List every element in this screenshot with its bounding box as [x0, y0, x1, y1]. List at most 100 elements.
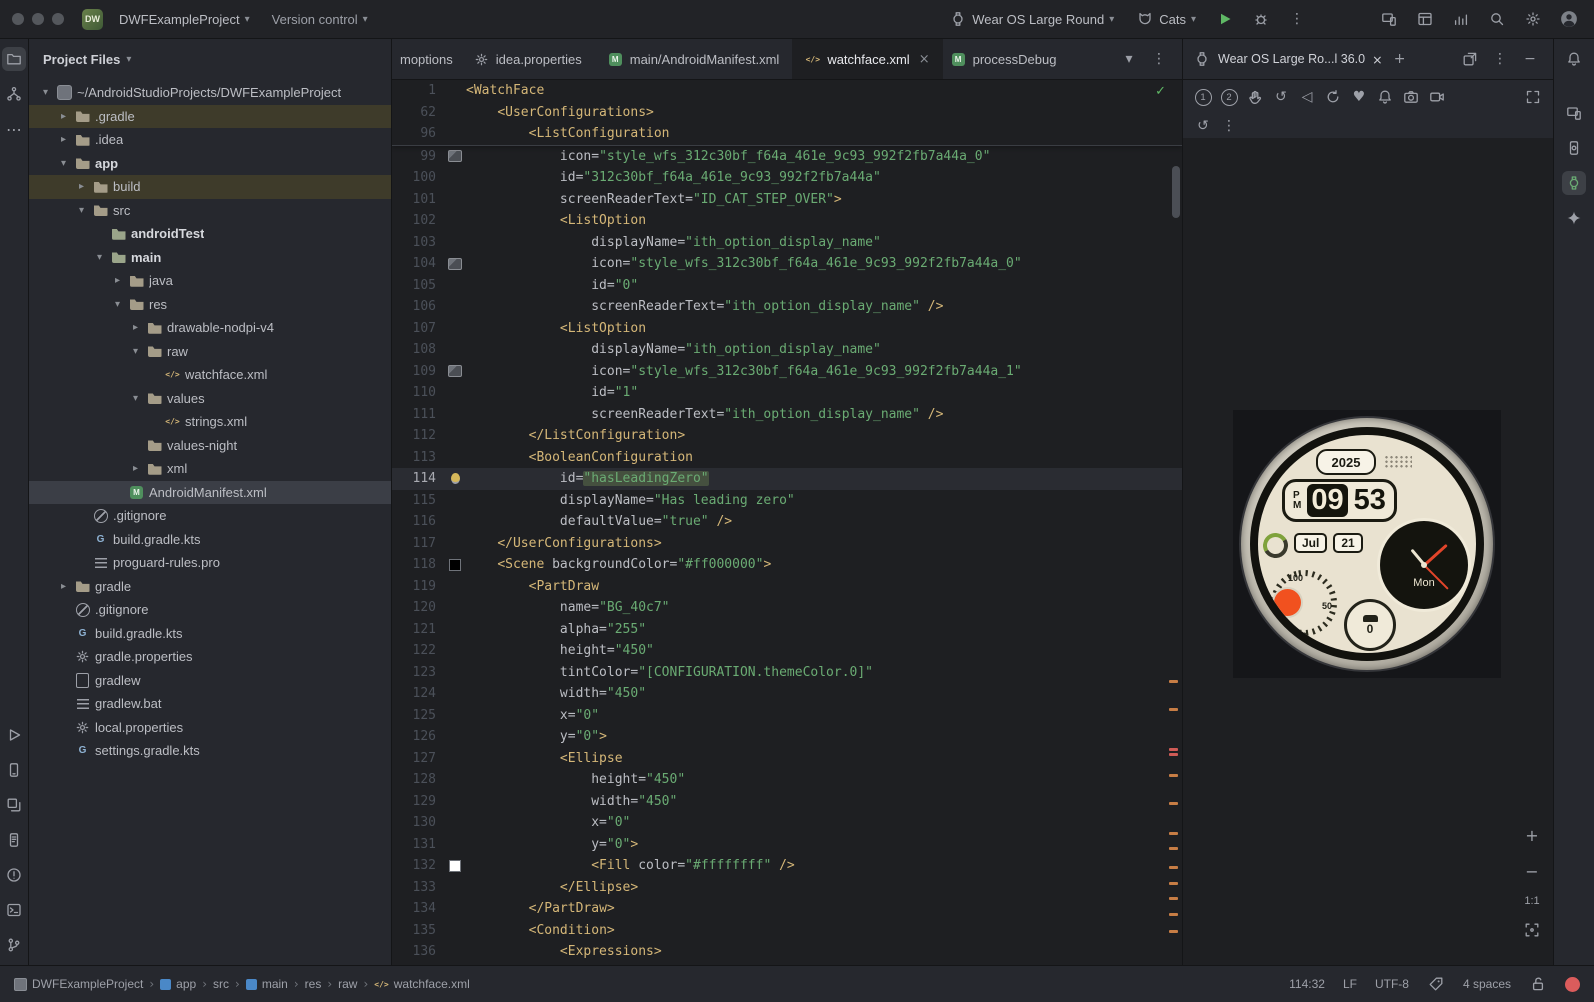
device-selector[interactable]: Wear OS Large Round ▾: [943, 6, 1120, 32]
tree-item[interactable]: proguard-rules.pro: [29, 551, 391, 575]
editor-tab-processdebug[interactable]: MprocessDebug: [943, 39, 1065, 79]
tree-item[interactable]: ▸ .idea: [29, 128, 391, 152]
run-tool-icon[interactable]: [2, 723, 26, 747]
tree-item[interactable]: values-night: [29, 434, 391, 458]
reset-icon[interactable]: ↺: [1191, 114, 1215, 138]
code-line-106[interactable]: 106 screenReaderText="ith_option_display…: [392, 296, 1182, 318]
code-line-101[interactable]: 101 screenReaderText="ID_CAT_STEP_OVER">: [392, 189, 1182, 211]
code-line-133[interactable]: 133 </Ellipse>: [392, 877, 1182, 899]
code-line-123[interactable]: 123 tintColor="[CONFIGURATION.themeColor…: [392, 662, 1182, 684]
code-line-96[interactable]: 96 <ListConfiguration: [392, 123, 1182, 145]
code-line-103[interactable]: 103 displayName="ith_option_display_name…: [392, 232, 1182, 254]
code-line-136[interactable]: 136 <Expressions>: [392, 941, 1182, 963]
open-in-window-icon[interactable]: [1457, 46, 1483, 72]
editor-tab-watchface-xml[interactable]: </> watchface.xml ×: [792, 39, 943, 79]
device-manager-icon[interactable]: [2, 758, 26, 782]
tree-item[interactable]: </> strings.xml: [29, 410, 391, 434]
device-screen[interactable]: 2025 P M 09 53 Jul 21 Mon 100 50 0 0: [1233, 410, 1501, 678]
code-line-109[interactable]: 109 icon="style_wfs_312c30bf_f64a_461e_9…: [392, 361, 1182, 383]
code-line-117[interactable]: 117 </UserConfigurations>: [392, 533, 1182, 555]
search-everywhere-icon[interactable]: [1484, 6, 1510, 32]
editor[interactable]: ✓ 1 <WatchFace 62 <UserConfigurations> 96 <…: [392, 80, 1182, 965]
run-button[interactable]: [1212, 6, 1238, 32]
problems-icon[interactable]: [2, 863, 26, 887]
indent-style[interactable]: 4 spaces: [1463, 977, 1511, 991]
img-gutter-icon[interactable]: [444, 365, 466, 378]
tree-item[interactable]: ▸ .gradle: [29, 104, 391, 128]
profiler-icon[interactable]: [1448, 6, 1474, 32]
more-tools-icon[interactable]: ⋯: [2, 117, 26, 141]
code-line-126[interactable]: 126 y="0">: [392, 726, 1182, 748]
wear-button-2[interactable]: 2: [1217, 85, 1241, 109]
code-line-100[interactable]: 100 id="312c30bf_f64a_461e_9c93_992f2fb7…: [392, 167, 1182, 189]
device-explorer-icon[interactable]: [1562, 136, 1586, 160]
palm-icon[interactable]: [1243, 85, 1267, 109]
inspection-ok-icon[interactable]: ✓: [1155, 81, 1166, 103]
terminal-icon[interactable]: [2, 898, 26, 922]
code-line-118[interactable]: 118 <Scene backgroundColor="#ff000000">: [392, 554, 1182, 576]
breadcrumb-item[interactable]: main: [245, 977, 288, 991]
layout-inspector-icon[interactable]: [1412, 6, 1438, 32]
tree-item[interactable]: ▾ ~/AndroidStudioProjects/DWFExampleProje…: [29, 81, 391, 105]
debug-icon[interactable]: [1248, 6, 1274, 32]
tree-item[interactable]: M AndroidManifest.xml: [29, 480, 391, 504]
code-line-119[interactable]: 119 <PartDraw: [392, 576, 1182, 598]
code-line-102[interactable]: 102 <ListOption: [392, 210, 1182, 232]
build-variants-icon[interactable]: [2, 793, 26, 817]
editor-scrollbar[interactable]: [1172, 166, 1180, 218]
code-line-131[interactable]: 131 y="0">: [392, 834, 1182, 856]
editor-tab-main-androidmanifest-xml[interactable]: Mmain/AndroidManifest.xml: [595, 39, 793, 79]
code-line-130[interactable]: 130 x="0": [392, 812, 1182, 834]
gemini-icon[interactable]: [1562, 206, 1586, 230]
file-encoding[interactable]: UTF-8: [1375, 977, 1409, 991]
add-device-tab-icon[interactable]: +: [1387, 46, 1413, 72]
breadcrumb-item[interactable]: DWFExampleProject: [14, 977, 143, 991]
tree-item[interactable]: local.properties: [29, 716, 391, 740]
chevron-collapsed-icon[interactable]: ▸: [129, 463, 142, 474]
code-line-115[interactable]: 115 displayName="Has leading zero": [392, 490, 1182, 512]
more-actions-icon[interactable]: ⋮: [1284, 6, 1310, 32]
error-indicator[interactable]: [1565, 976, 1580, 992]
code-line-132[interactable]: 132 <Fill color="#ffffffff" />: [392, 855, 1182, 877]
code-line-135[interactable]: 135 <Condition>: [392, 920, 1182, 942]
chevron-expanded-icon[interactable]: ▾: [129, 393, 142, 404]
tree-item[interactable]: .gitignore: [29, 504, 391, 528]
img-gutter-icon[interactable]: [444, 150, 466, 163]
tab-list-chevron-icon[interactable]: ▾: [1116, 46, 1142, 72]
code-line-113[interactable]: 113 <BooleanConfiguration: [392, 447, 1182, 469]
fit-screen-icon[interactable]: [1519, 917, 1545, 943]
zoom-out-icon[interactable]: −: [1519, 859, 1545, 885]
hide-panel-icon[interactable]: −: [1517, 46, 1543, 72]
tree-item[interactable]: Gbuild.gradle.kts: [29, 622, 391, 646]
code-line-122[interactable]: 122 height="450": [392, 640, 1182, 662]
code-line-104[interactable]: 104 icon="style_wfs_312c30bf_f64a_461e_9…: [392, 253, 1182, 275]
code-line-124[interactable]: 124 width="450": [392, 683, 1182, 705]
tree-item[interactable]: gradlew: [29, 669, 391, 693]
minimize-window-button[interactable]: [32, 13, 44, 25]
breadcrumb-item[interactable]: res: [305, 977, 322, 991]
tree-item[interactable]: Gsettings.gradle.kts: [29, 739, 391, 763]
chevron-collapsed-icon[interactable]: ▸: [129, 322, 142, 333]
tree-item[interactable]: </> watchface.xml: [29, 363, 391, 387]
close-window-button[interactable]: [12, 13, 24, 25]
volume-icon[interactable]: [1321, 85, 1345, 109]
tree-item[interactable]: androidTest: [29, 222, 391, 246]
close-device-tab-icon[interactable]: ×: [1372, 52, 1382, 67]
project-tool-icon[interactable]: [2, 47, 26, 71]
code-line-121[interactable]: 121 alpha="255": [392, 619, 1182, 641]
close-tab-icon[interactable]: ×: [919, 52, 930, 67]
tree-item[interactable]: gradle.properties: [29, 645, 391, 669]
screen-record-icon[interactable]: [1425, 85, 1449, 109]
version-control-tool-icon[interactable]: [2, 933, 26, 957]
code-line-129[interactable]: 129 width="450": [392, 791, 1182, 813]
lock-icon[interactable]: [1529, 975, 1547, 993]
breadcrumb-item[interactable]: src: [213, 977, 229, 991]
profiler-tool-icon[interactable]: [1562, 101, 1586, 125]
line-separator[interactable]: LF: [1343, 977, 1357, 991]
project-panel-header[interactable]: Project Files ▾: [29, 39, 391, 79]
code-line-134[interactable]: 134 </PartDraw>: [392, 898, 1182, 920]
code-line-99[interactable]: 99 icon="style_wfs_312c30bf_f64a_461e_9c…: [392, 146, 1182, 168]
swatch-black-gutter-icon[interactable]: [444, 558, 466, 571]
chevron-expanded-icon[interactable]: ▾: [111, 299, 124, 310]
editor-tab-moptions[interactable]: moptions: [392, 39, 461, 79]
